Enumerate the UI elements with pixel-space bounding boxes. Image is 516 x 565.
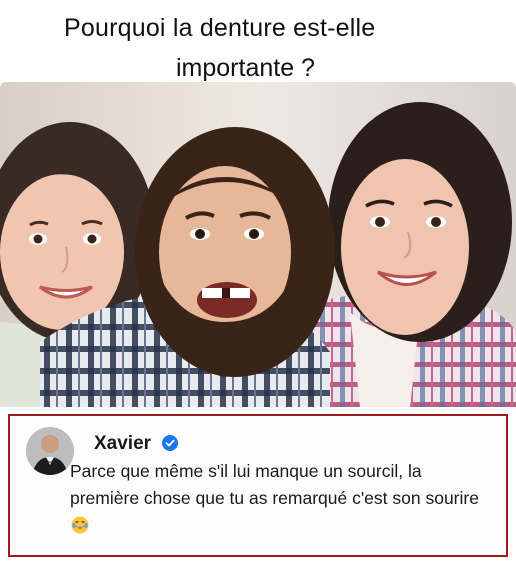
avatar[interactable] (26, 427, 74, 475)
laughing-tears-emoji-icon (71, 516, 89, 534)
comment-card: Xavier Parce que même s'il lui manque un… (8, 414, 508, 557)
title-line-1: Pourquoi la denture est-elle (64, 14, 376, 42)
comment-username[interactable]: Xavier (94, 433, 151, 455)
verified-badge-icon (162, 435, 178, 451)
post-title: Pourquoi la denture est-elle importante … (0, 0, 516, 88)
title-line-2: importante ? (176, 54, 315, 82)
family-photo (0, 82, 516, 407)
comment-body: Parce que même s'il lui manque un sourci… (70, 461, 479, 508)
comment-text: Parce que même s'il lui manque un sourci… (70, 458, 490, 539)
